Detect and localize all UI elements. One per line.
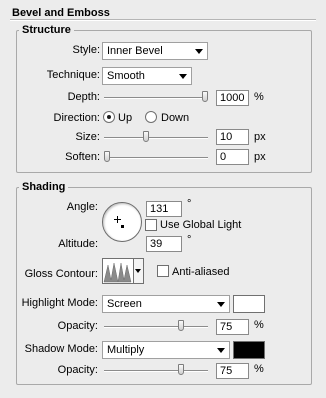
size-input[interactable]: 10 bbox=[216, 129, 249, 145]
altitude-input[interactable]: 39 bbox=[146, 236, 182, 252]
gloss-contour-curve-icon bbox=[103, 262, 132, 283]
angle-dial-handle bbox=[121, 225, 124, 228]
chevron-down-icon bbox=[195, 49, 203, 54]
chevron-down-icon bbox=[217, 302, 225, 307]
chevron-down-icon bbox=[135, 269, 141, 273]
use-global-light-label[interactable]: Use Global Light bbox=[160, 218, 241, 232]
shadow-opacity-label: Opacity: bbox=[57, 364, 98, 376]
panel-title: Bevel and Emboss bbox=[12, 7, 110, 19]
style-select[interactable]: Inner Bevel bbox=[102, 42, 208, 60]
highlight-mode-label: Highlight Mode: bbox=[21, 297, 98, 309]
angle-dial[interactable] bbox=[102, 202, 142, 242]
direction-down-label[interactable]: Down bbox=[161, 111, 189, 125]
shadow-mode-select[interactable]: Multiply bbox=[102, 341, 230, 359]
highlight-opacity-slider-thumb[interactable] bbox=[177, 320, 184, 331]
chevron-down-icon bbox=[179, 74, 187, 79]
gloss-contour-preview[interactable] bbox=[102, 258, 134, 284]
style-select-value: Inner Bevel bbox=[107, 45, 163, 57]
direction-label: Direction: bbox=[53, 112, 100, 124]
highlight-mode-select[interactable]: Screen bbox=[102, 295, 230, 313]
depth-unit: % bbox=[254, 91, 264, 103]
panel-title-divider bbox=[10, 19, 316, 21]
angle-label: Angle: bbox=[66, 201, 98, 213]
crosshair-icon bbox=[114, 214, 121, 223]
highlight-opacity-slider-track[interactable] bbox=[104, 326, 208, 328]
size-label: Size: bbox=[75, 131, 100, 143]
shadow-mode-label: Shadow Mode: bbox=[24, 343, 98, 355]
gloss-contour-dropdown[interactable] bbox=[134, 258, 144, 284]
structure-title: Structure bbox=[19, 24, 74, 36]
depth-slider-thumb[interactable] bbox=[202, 91, 208, 102]
direction-up-radio[interactable] bbox=[103, 111, 115, 123]
soften-slider-thumb[interactable] bbox=[104, 151, 110, 162]
depth-label: Depth: bbox=[67, 91, 100, 103]
highlight-color-swatch[interactable] bbox=[233, 295, 265, 313]
shading-title: Shading bbox=[19, 181, 69, 193]
technique-select[interactable]: Smooth bbox=[102, 67, 192, 85]
altitude-label: Altitude: bbox=[58, 238, 98, 250]
altitude-unit: ° bbox=[187, 234, 192, 246]
style-label: Style: bbox=[72, 44, 100, 56]
angle-unit: ° bbox=[187, 198, 192, 210]
size-slider-track[interactable] bbox=[104, 137, 208, 139]
technique-select-value: Smooth bbox=[107, 70, 145, 82]
gloss-contour-label: Gloss Contour: bbox=[24, 268, 98, 280]
direction-up-label[interactable]: Up bbox=[118, 111, 132, 125]
shadow-color-swatch[interactable] bbox=[233, 341, 265, 359]
shadow-opacity-slider-thumb[interactable] bbox=[177, 364, 184, 375]
direction-down-radio[interactable] bbox=[145, 111, 157, 123]
soften-label: Soften: bbox=[65, 151, 100, 163]
size-unit: px bbox=[254, 131, 266, 143]
technique-label: Technique: bbox=[46, 69, 100, 81]
angle-input[interactable]: 131 bbox=[146, 201, 182, 217]
highlight-mode-select-value: Screen bbox=[107, 298, 142, 310]
soften-input[interactable]: 0 bbox=[216, 149, 249, 165]
highlight-opacity-label: Opacity: bbox=[57, 320, 98, 332]
anti-aliased-checkbox[interactable] bbox=[157, 265, 169, 277]
soften-slider-track[interactable] bbox=[104, 157, 208, 159]
shadow-opacity-unit: % bbox=[254, 363, 264, 375]
shadow-opacity-slider-track[interactable] bbox=[104, 370, 208, 372]
size-slider-thumb[interactable] bbox=[143, 131, 150, 142]
soften-unit: px bbox=[254, 151, 266, 163]
depth-input[interactable]: 1000 bbox=[216, 90, 249, 106]
anti-aliased-label[interactable]: Anti-aliased bbox=[172, 265, 229, 279]
shadow-mode-select-value: Multiply bbox=[107, 344, 145, 356]
chevron-down-icon bbox=[217, 348, 225, 353]
use-global-light-checkbox[interactable] bbox=[145, 219, 157, 231]
depth-slider-track[interactable] bbox=[104, 97, 208, 99]
highlight-opacity-input[interactable]: 75 bbox=[216, 319, 249, 335]
shadow-opacity-input[interactable]: 75 bbox=[216, 363, 249, 379]
highlight-opacity-unit: % bbox=[254, 319, 264, 331]
